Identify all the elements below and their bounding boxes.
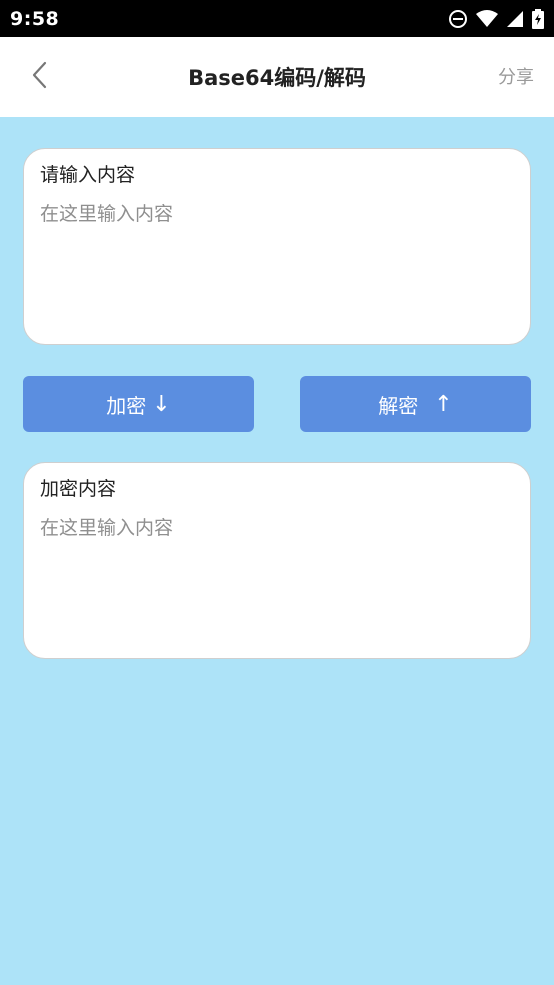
input-card: 请输入内容 xyxy=(23,148,531,345)
do-not-disturb-icon xyxy=(448,9,468,29)
wifi-icon xyxy=(476,9,498,28)
decode-button-label: 解密 xyxy=(378,393,419,418)
back-button[interactable] xyxy=(22,59,56,95)
chevron-left-icon xyxy=(31,61,47,93)
input-textarea[interactable] xyxy=(40,199,514,329)
input-card-label: 请输入内容 xyxy=(40,164,136,186)
page-title: Base64编码/解码 xyxy=(188,66,366,90)
status-bar: 9:58 xyxy=(0,0,554,37)
output-card-label: 加密内容 xyxy=(40,478,117,500)
arrow-up-icon: ↑ xyxy=(434,391,453,417)
cellular-signal-icon xyxy=(506,10,524,28)
battery-icon xyxy=(532,8,544,29)
status-time: 9:58 xyxy=(10,7,60,30)
share-button[interactable]: 分享 xyxy=(498,63,534,89)
decode-button[interactable]: 解密 ↑ xyxy=(300,376,531,432)
encode-button-label: 加密 xyxy=(106,393,147,418)
output-card: 加密内容 xyxy=(23,462,531,659)
status-icons xyxy=(448,8,544,29)
arrow-down-icon: ↓ xyxy=(152,391,171,417)
app-bar: Base64编码/解码 分享 xyxy=(0,37,554,117)
output-textarea[interactable] xyxy=(40,513,514,643)
encode-button[interactable]: 加密 ↓ xyxy=(23,376,254,432)
